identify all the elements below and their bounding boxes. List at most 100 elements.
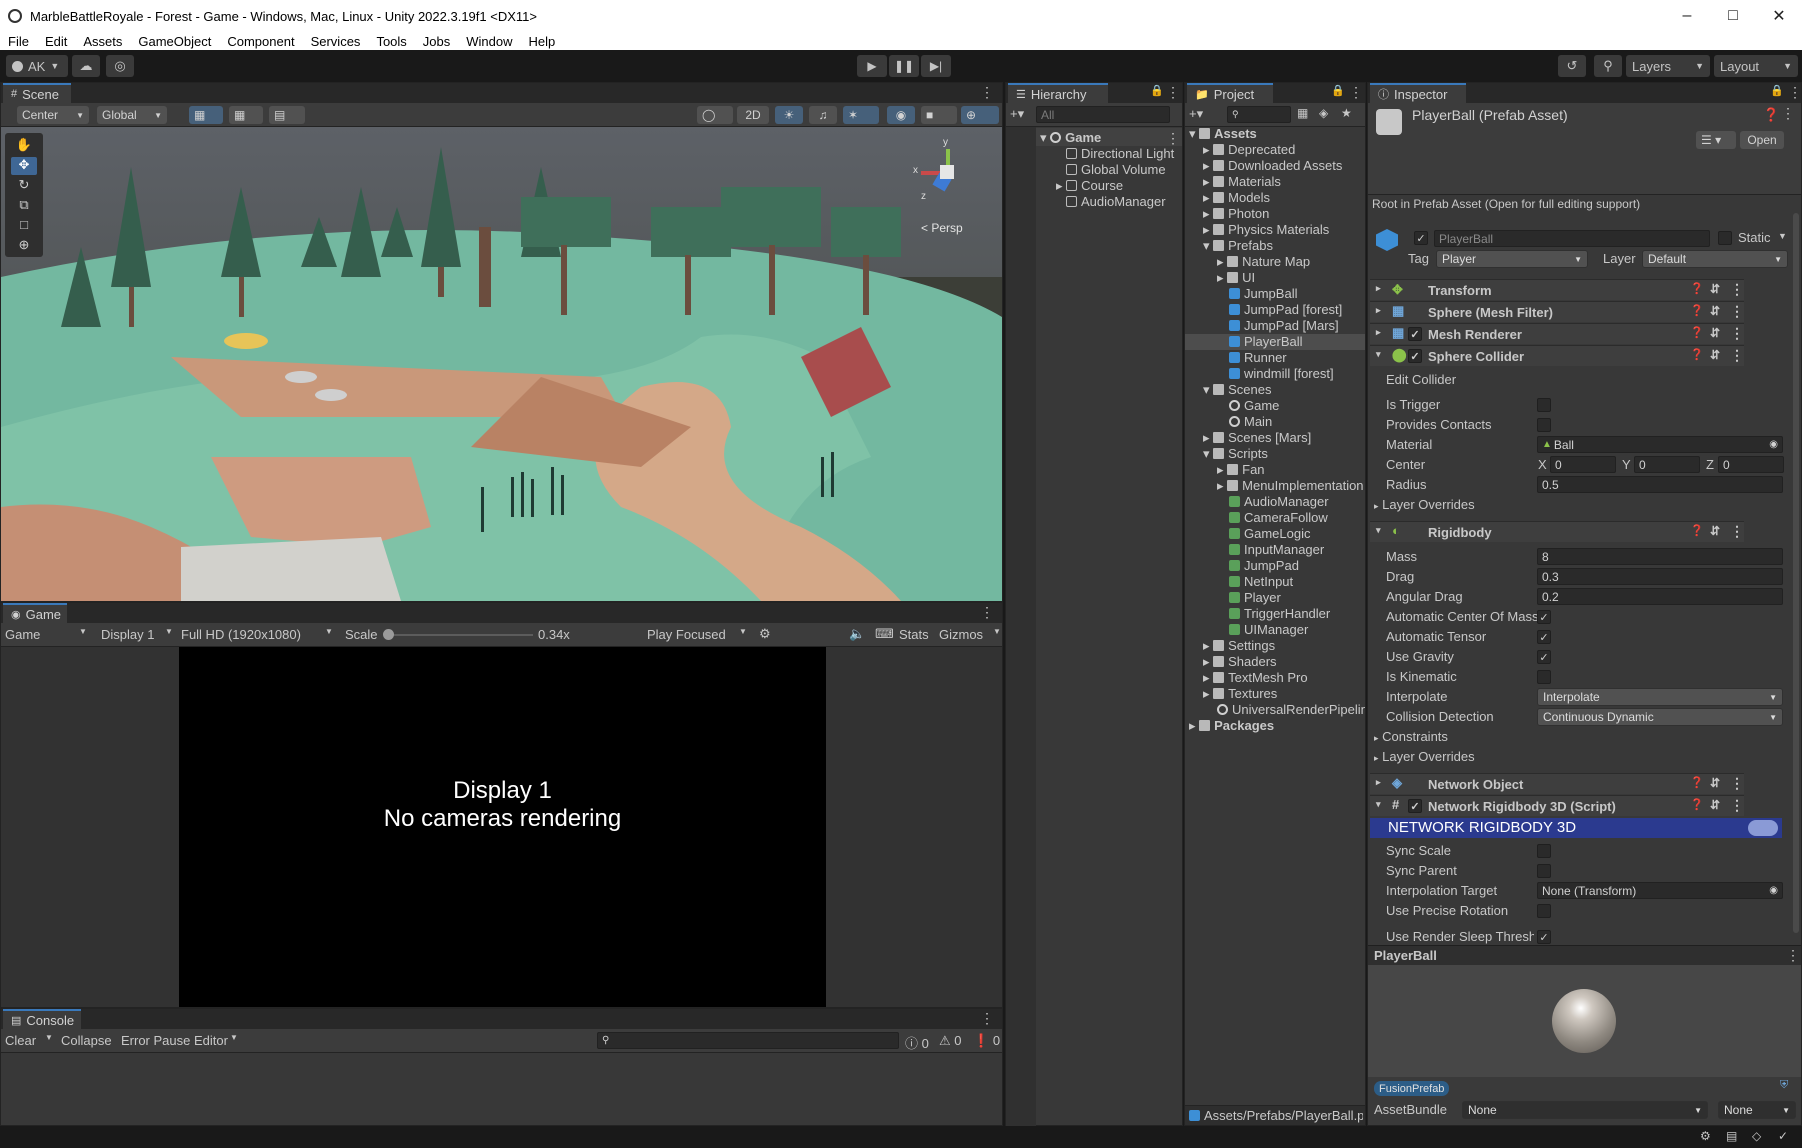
edit-collider-button[interactable]: Edit Collider xyxy=(1386,372,1456,387)
component-network-object[interactable]: ▸ ◈ Network Object ❓ ⇵ ⋮ xyxy=(1370,773,1744,794)
inspector-menu-icon[interactable]: ⋮ xyxy=(1788,84,1802,101)
menu-jobs[interactable]: Jobs xyxy=(423,34,450,49)
component-mesh-renderer[interactable]: ▸ ▦ ✓ Mesh Renderer ❓ ⇵ ⋮ xyxy=(1370,323,1744,344)
history-icon[interactable]: ↺ xyxy=(1558,55,1586,77)
project-item-menuimplementation[interactable]: ▸ MenuImplementation xyxy=(1217,478,1364,494)
component-rigidbody[interactable]: ▾ ◐ Rigidbody ❓ ⇵ ⋮ xyxy=(1370,521,1744,542)
provides-contacts-checkbox[interactable] xyxy=(1537,418,1551,432)
radius-field[interactable]: 0.5 xyxy=(1537,476,1783,493)
component-menu-icon[interactable]: ⋮ xyxy=(1730,281,1744,298)
component-help-icon[interactable]: ❓ xyxy=(1690,776,1704,789)
error-pause-button[interactable]: Error Pause xyxy=(121,1033,190,1048)
network-icon[interactable]: ◇ xyxy=(1752,1129,1761,1143)
hierarchy-game-menu-icon[interactable]: ⋮ xyxy=(1166,130,1180,147)
project-menu-icon[interactable]: ⋮ xyxy=(1349,84,1363,101)
progress-icon[interactable]: ▤ xyxy=(1726,1129,1737,1143)
keyboard-icon[interactable]: ⌨ xyxy=(875,626,894,642)
tab-hierarchy[interactable]: ☰ Hierarchy xyxy=(1008,83,1108,103)
display-dropdown[interactable]: Display 1 ▼ xyxy=(101,627,177,642)
project-item-downloaded-assets[interactable]: ▸ Downloaded Assets xyxy=(1203,158,1342,174)
interpolation-target-field[interactable]: None (Transform) ◉ xyxy=(1537,882,1783,899)
project-item-script-inputmanager[interactable]: InputManager xyxy=(1229,542,1324,557)
object-picker-icon[interactable]: ◉ xyxy=(1769,885,1778,896)
project-item-photon[interactable]: ▸ Photon xyxy=(1203,206,1269,222)
project-item-script-gamelogic[interactable]: GameLogic xyxy=(1229,526,1310,541)
is-kinematic-checkbox[interactable] xyxy=(1537,670,1551,684)
projection-label[interactable]: < Persp xyxy=(921,221,963,235)
assetbundle-variant-dropdown[interactable]: None ▼ xyxy=(1718,1101,1796,1119)
rigidbody-layer-overrides-foldout[interactable]: ▸ Layer Overrides xyxy=(1374,749,1475,764)
project-item-jumppad-mars[interactable]: JumpPad [Mars] xyxy=(1229,318,1339,333)
component-menu-icon[interactable]: ⋮ xyxy=(1730,347,1744,364)
menu-file[interactable]: File xyxy=(8,34,29,49)
project-item-assets[interactable]: ▾ Assets xyxy=(1189,126,1257,142)
play-button[interactable]: ▶ xyxy=(857,55,887,77)
project-item-script-jumppad[interactable]: JumpPad xyxy=(1229,558,1299,573)
maximize-button[interactable]: □ xyxy=(1710,0,1756,32)
resolution-dropdown[interactable]: Full HD (1920x1080) ▼ xyxy=(181,627,337,642)
menu-edit[interactable]: Edit xyxy=(45,34,67,49)
clear-dropdown[interactable]: Clear ▼ xyxy=(5,1033,53,1048)
tab-scene[interactable]: # Scene xyxy=(3,83,71,103)
hierarchy-menu-icon[interactable]: ⋮ xyxy=(1166,84,1180,101)
scale-slider-thumb[interactable] xyxy=(383,629,394,640)
precise-rotation-checkbox[interactable] xyxy=(1537,904,1551,918)
orientation-gizmo[interactable]: y x z xyxy=(913,137,983,207)
hierarchy-item-global-volume[interactable]: Global Volume xyxy=(1066,162,1166,177)
assetbundle-dropdown[interactable]: None ▼ xyxy=(1462,1101,1708,1119)
project-add-button[interactable]: +▾ xyxy=(1189,106,1203,122)
layers-dropdown[interactable]: Layers ▼ xyxy=(1626,55,1710,77)
component-presets-icon[interactable]: ⇵ xyxy=(1710,776,1720,790)
component-sphere-collider[interactable]: ▾ ⬤ ✓ Sphere Collider ❓ ⇵ ⋮ xyxy=(1370,345,1744,366)
layout-dropdown[interactable]: Layout ▼ xyxy=(1714,55,1798,77)
grid-snap-button[interactable]: ▦ xyxy=(189,106,223,124)
project-item-settings[interactable]: ▸ Settings xyxy=(1203,638,1275,654)
project-item-script-audiomanager[interactable]: AudioManager xyxy=(1229,494,1329,509)
project-path[interactable]: Assets/Prefabs/PlayerBall.p xyxy=(1189,1108,1363,1123)
component-presets-icon[interactable]: ⇵ xyxy=(1710,798,1720,812)
component-menu-icon[interactable]: ⋮ xyxy=(1730,523,1744,540)
active-checkbox[interactable]: ✓ xyxy=(1414,231,1428,245)
project-item-prefabs[interactable]: ▾ Prefabs xyxy=(1203,238,1273,254)
project-item-playerball[interactable]: PlayerBall xyxy=(1229,334,1303,349)
gizmos-dropdown[interactable]: ⊕ xyxy=(961,106,999,124)
hierarchy-item-course[interactable]: ▸ Course xyxy=(1056,178,1123,194)
warning-count[interactable]: ⚠ 0 xyxy=(939,1033,962,1049)
sphere-collider-enabled-checkbox[interactable]: ✓ xyxy=(1408,349,1422,363)
favorite-icon[interactable]: ★ xyxy=(1341,106,1352,120)
material-field[interactable]: ▲ Ball ◉ xyxy=(1537,436,1783,453)
project-item-jumpball[interactable]: JumpBall xyxy=(1229,286,1297,301)
collider-layer-overrides-foldout[interactable]: ▸ Layer Overrides xyxy=(1374,497,1475,512)
layer-dropdown[interactable]: Default ▼ xyxy=(1642,250,1788,268)
hierarchy-add-button[interactable]: +▾ xyxy=(1010,106,1024,122)
project-item-nature-map[interactable]: ▸ Nature Map xyxy=(1217,254,1310,270)
search-icon[interactable]: ⚲ xyxy=(1594,55,1622,77)
pause-button[interactable]: ❚❚ xyxy=(889,55,919,77)
object-picker-icon[interactable]: ◉ xyxy=(1769,439,1778,450)
preview-area[interactable] xyxy=(1368,965,1801,1077)
is-trigger-checkbox[interactable] xyxy=(1537,398,1551,412)
mute-audio-icon[interactable]: 🔈 xyxy=(849,626,865,642)
console-menu-icon[interactable]: ⋮ xyxy=(980,1010,994,1027)
auto-center-of-mass-checkbox[interactable]: ✓ xyxy=(1537,610,1551,624)
component-presets-icon[interactable]: ⇵ xyxy=(1710,326,1720,340)
camera-dropdown[interactable]: ■ xyxy=(921,106,957,124)
component-help-icon[interactable]: ❓ xyxy=(1690,798,1704,811)
project-item-scripts[interactable]: ▾ Scripts xyxy=(1203,446,1268,462)
menu-tools[interactable]: Tools xyxy=(376,34,406,49)
rect-tool-icon[interactable]: □ xyxy=(11,217,37,235)
component-help-icon[interactable]: ❓ xyxy=(1690,304,1704,317)
project-item-jumppad-forest[interactable]: JumpPad [forest] xyxy=(1229,302,1342,317)
space-dropdown[interactable]: Global ▼ xyxy=(97,106,167,124)
sync-scale-checkbox[interactable] xyxy=(1537,844,1551,858)
scale-tool-icon[interactable]: ⧉ xyxy=(11,197,37,215)
step-button[interactable]: ▶| xyxy=(921,55,951,77)
game-viewport[interactable]: Display 1 No cameras rendering xyxy=(1,647,1002,1007)
component-presets-icon[interactable]: ⇵ xyxy=(1710,348,1720,362)
bug-icon[interactable]: ⚙ xyxy=(759,626,771,642)
tab-inspector[interactable]: ⓘ Inspector xyxy=(1370,83,1466,103)
pivot-dropdown[interactable]: Center ▼ xyxy=(17,106,89,124)
asset-options-dropdown[interactable]: ☰ ▾ xyxy=(1696,131,1736,149)
preview-menu-icon[interactable]: ⋮ xyxy=(1786,947,1800,964)
project-search-input[interactable]: ⚲ xyxy=(1227,106,1291,123)
